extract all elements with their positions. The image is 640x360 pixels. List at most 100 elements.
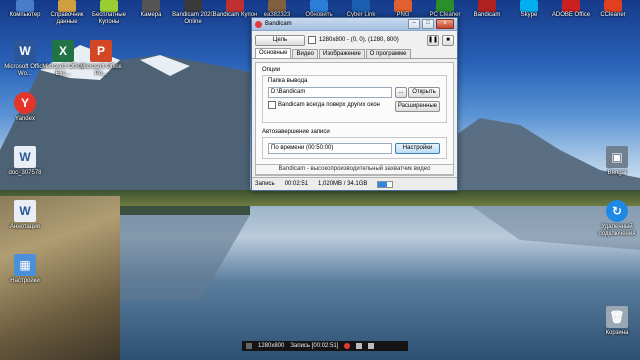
output-folder-label: Папка вывода [268,78,308,84]
desktop-top-icon[interactable]: ADOBE Office [548,0,594,26]
desktop-icon-label: Skype [520,12,538,18]
desktop-icon-label: Bandicam [473,12,501,18]
open-folder-button[interactable]: Открыть [408,87,440,98]
desktop-top-icon[interactable]: Компьютер [2,0,48,26]
desktop-icon-label: Настройки [10,278,40,284]
desktop-icon-label: Bandicam 2020 Online [172,12,214,25]
app-icon [58,0,76,12]
monitor-icon: ▣ [606,146,628,168]
desktop-icon-label: Microsoft Office Po... [80,64,122,77]
app-icon [268,0,286,12]
target-button[interactable]: Цель [255,34,305,46]
desktop-icon-annotation[interactable]: W Аннотация [2,200,48,231]
browse-button[interactable]: ... [395,87,407,98]
progress-bar [377,180,394,188]
tab-video[interactable]: Видео [292,49,318,58]
app-icon [478,0,496,12]
desktop-icon-doc[interactable]: W doc_307578 [2,146,48,177]
pause-button[interactable]: ❚❚ [427,34,439,46]
desktop-icon-label: Компьютер [9,12,41,18]
close-button[interactable]: x [436,19,454,29]
desktop-icon-remote[interactable]: ↻ Удаленный подключения [594,200,640,238]
minimize-button[interactable]: – [408,19,420,29]
app-icon [520,0,538,12]
tab-bar: Основные Видео Изображение О программе [252,48,457,59]
general-panel: Опции Папка вывода D:\Bandicam ... Откры… [255,62,454,176]
app-icon [100,0,118,12]
progress-fill [378,181,387,187]
window-title: Bandicam [265,21,292,27]
recycle-bin-icon: 🗑 [606,306,628,328]
desktop-top-icon[interactable]: Камера [128,0,174,26]
bandicam-app-icon [255,20,262,28]
autostop-label: Автозавершение записи [262,129,330,135]
always-on-top-label: Bandicam всегда поверх других окон [278,102,380,108]
app-icon [562,0,580,12]
overlay-resolution: 1280x800 [258,343,285,349]
yandex-icon: Y [14,92,36,114]
maximize-button[interactable]: □ [422,19,434,29]
footer-banner[interactable]: Bandicam - высокопроизводительный захват… [255,164,454,175]
settings-tiles-icon: ▦ [14,254,36,276]
settings-button[interactable]: Настройки [395,143,440,154]
app-icon [226,0,244,12]
record-time: 00:02:51 [284,181,309,187]
overlay-record-time: Запись [00:02:51] [290,343,339,349]
remote-connection-icon: ↻ [606,200,628,222]
output-folder-input[interactable]: D:\Bandicam [268,87,392,98]
desktop-icon-label: CCleaner [600,12,626,18]
autostop-value[interactable]: По времени (00:50:00) [268,143,392,154]
desktop-icon-recycle-bin[interactable]: 🗑 Корзина [594,306,640,337]
desktop-icon-label: Бесплатные Купоны [92,12,126,25]
desktop-icon-label: Yandex [15,116,35,122]
desktop-icon-label: Камера [140,12,162,18]
advanced-button[interactable]: Расширенные [395,101,440,112]
stop-button[interactable]: ■ [442,34,454,46]
window-titlebar[interactable]: Bandicam – □ x [252,18,457,31]
document-icon: W [14,146,36,168]
desktop-top-icon[interactable]: Skype [506,0,552,26]
desktop-icon-bengal[interactable]: ▣ Bengal [594,146,640,177]
desktop-icon-label: Корзина [605,330,629,336]
desktop-top-icon[interactable]: Бесплатные Купоны [86,0,132,26]
desktop-icon-settings[interactable]: ▦ Настройки [2,254,48,285]
desktop-top-icon[interactable]: Справочник данные [44,0,90,26]
document-icon: W [14,200,36,222]
excel-icon: X [52,40,74,62]
desktop-icon-label: ADOBE Office [551,12,591,18]
desktop-icon-label: Удаленный подключения [598,224,636,237]
desktop-icon-yandex[interactable]: Y Yandex [2,92,48,123]
word-icon: W [14,40,36,62]
app-icon [310,0,328,12]
app-icon [394,0,412,12]
app-icon [16,0,34,12]
app-icon [142,0,160,12]
record-icon[interactable] [344,343,351,349]
bandicam-window[interactable]: Bandicam – □ x Цель 1280x800 - (0, 0), (… [251,17,458,191]
app-icon [436,0,454,12]
window-toolbar: Цель 1280x800 - (0, 0), (1280, 800) ❚❚ ■ [252,31,457,49]
desktop-icon-label: Справочник данные [50,12,84,25]
tab-image[interactable]: Изображение [319,49,365,58]
resolution-info: 1280x800 - (0, 0), (1280, 800) [319,37,399,43]
desktop-top-icon[interactable]: Bandicam [464,0,510,26]
status-bar: Запись 00:02:51 1,020MB / 34.1GB [252,177,457,190]
screenshot-icon[interactable] [356,343,363,349]
app-icon [604,0,622,12]
always-on-top-checkbox[interactable] [268,101,276,109]
app-icon [352,0,370,12]
file-size: 1,020MB / 34.1GB [318,181,368,187]
desktop-icon-label: Bengal [607,170,627,176]
desktop-top-icon[interactable]: Bandicam 2020 Online [170,0,216,26]
tab-general[interactable]: Основные [255,48,292,58]
pause-icon[interactable] [368,343,375,349]
recording-overlay[interactable]: 1280x800 Запись [00:02:51] [242,341,408,351]
camera-icon [246,343,252,349]
tab-about[interactable]: О программе [365,49,411,58]
powerpoint-icon: P [90,40,112,62]
desktop-top-icon[interactable]: CCleaner [590,0,636,26]
always-on-top-row[interactable]: Bandicam всегда поверх других окон [268,101,380,109]
desktop-icon-powerpoint[interactable]: P Microsoft Office Po... [78,40,124,78]
options-group-label: Опции [262,67,281,73]
region-checkbox[interactable] [308,36,316,44]
